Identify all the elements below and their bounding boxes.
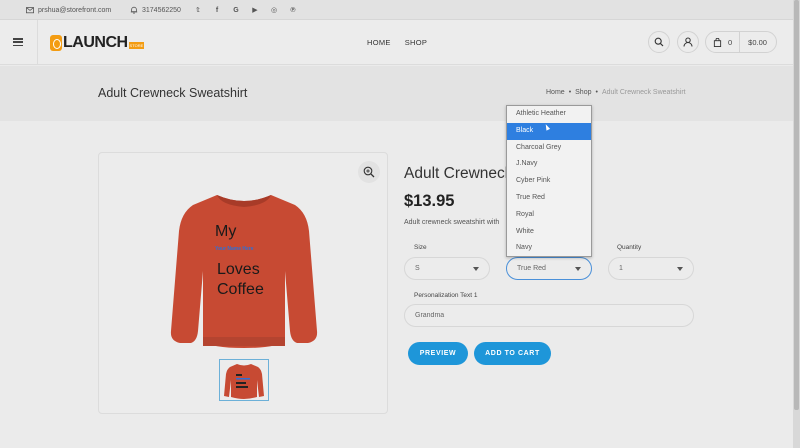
breadcrumb-separator: • bbox=[595, 89, 598, 96]
site-logo[interactable]: LAUNCH STORE bbox=[50, 33, 145, 53]
color-option[interactable]: J.Navy bbox=[507, 156, 591, 173]
zoom-button[interactable] bbox=[358, 161, 380, 183]
bell-icon bbox=[130, 6, 138, 14]
chevron-down-icon bbox=[473, 267, 479, 271]
logo-text: LAUNCH bbox=[63, 34, 128, 51]
color-option[interactable]: Athletic Heather bbox=[507, 106, 591, 123]
breadcrumb-current: Adult Crewneck Sweatshirt bbox=[601, 89, 686, 96]
add-to-cart-button[interactable]: ADD TO CART bbox=[474, 342, 551, 365]
page-title-band: Adult Crewneck Sweatshirt Home • Shop • … bbox=[0, 66, 800, 121]
shopping-bag-icon bbox=[713, 37, 722, 47]
site-header: LAUNCH STORE HOME SHOP 0 $0.00 bbox=[0, 20, 800, 65]
logo-mark-icon bbox=[50, 35, 62, 51]
thumbnail-image bbox=[224, 364, 264, 399]
logo-tag: STORE bbox=[128, 42, 145, 49]
product-price: $13.95 bbox=[404, 192, 455, 210]
breadcrumb-separator: • bbox=[568, 89, 572, 96]
breadcrumb-shop[interactable]: Shop bbox=[575, 89, 591, 96]
color-select[interactable]: True Red bbox=[506, 257, 592, 280]
shirt-text-loves: Loves bbox=[217, 261, 260, 278]
color-option[interactable]: White bbox=[507, 224, 591, 241]
cart-button[interactable]: 0 $0.00 bbox=[705, 31, 777, 53]
product-gallery: My Your Name Here Loves Coffee bbox=[98, 152, 388, 414]
color-value: True Red bbox=[517, 265, 546, 272]
size-select[interactable]: S bbox=[404, 257, 490, 280]
color-option[interactable]: Charcoal Grey bbox=[507, 140, 591, 157]
google-icon[interactable]: G bbox=[232, 6, 240, 14]
mail-icon bbox=[26, 7, 34, 14]
email-text: prshua@storefront.com bbox=[38, 6, 112, 14]
phone-contact[interactable]: 3174562250 bbox=[130, 0, 181, 20]
personalization-label: Personalization Text 1 bbox=[414, 292, 478, 299]
product-image[interactable]: My Your Name Here Loves Coffee bbox=[167, 191, 321, 349]
zoom-in-icon bbox=[363, 166, 375, 178]
search-button[interactable] bbox=[648, 31, 670, 53]
color-option[interactable]: Royal bbox=[507, 207, 591, 224]
quantity-label: Quantity bbox=[617, 244, 642, 251]
social-links: 𝕥 f G ▶ ◎ ℗ bbox=[194, 0, 297, 20]
search-icon bbox=[654, 37, 664, 47]
main-nav: HOME SHOP bbox=[367, 20, 427, 65]
chevron-down-icon bbox=[575, 267, 581, 271]
youtube-icon[interactable]: ▶ bbox=[251, 6, 259, 14]
breadcrumb-home[interactable]: Home bbox=[546, 89, 565, 96]
nav-home[interactable]: HOME bbox=[367, 38, 391, 47]
phone-text: 3174562250 bbox=[142, 6, 181, 14]
cart-count: 0 bbox=[728, 37, 733, 47]
cart-divider bbox=[739, 31, 741, 53]
personalization-input[interactable] bbox=[404, 304, 694, 327]
nav-shop[interactable]: SHOP bbox=[405, 38, 427, 47]
scrollbar-thumb[interactable] bbox=[794, 0, 799, 410]
header-divider bbox=[37, 20, 38, 65]
quantity-value: 1 bbox=[619, 265, 623, 272]
menu-icon[interactable] bbox=[13, 38, 23, 46]
shirt-text-name: Your Name Here bbox=[215, 246, 254, 252]
top-bar: prshua@storefront.com 3174562250 𝕥 f G ▶… bbox=[0, 0, 800, 20]
pinterest-icon[interactable]: ℗ bbox=[289, 6, 297, 14]
quantity-select[interactable]: 1 bbox=[608, 257, 694, 280]
shirt-text-my: My bbox=[215, 223, 237, 240]
color-option-highlighted[interactable]: Black bbox=[507, 122, 591, 140]
page-title: Adult Crewneck Sweatshirt bbox=[98, 86, 248, 100]
twitter-icon[interactable]: 𝕥 bbox=[194, 6, 202, 14]
shirt-text-coffee: Coffee bbox=[217, 281, 264, 298]
size-label: Size bbox=[414, 244, 427, 251]
size-value: S bbox=[415, 265, 420, 272]
cart-total: $0.00 bbox=[748, 37, 767, 47]
color-option[interactable]: Cyber Pink bbox=[507, 173, 591, 190]
instagram-icon[interactable]: ◎ bbox=[270, 6, 278, 14]
facebook-icon[interactable]: f bbox=[213, 6, 221, 14]
account-button[interactable] bbox=[677, 31, 699, 53]
color-option[interactable]: True Red bbox=[507, 190, 591, 207]
product-description: Adult crewneck sweatshirt with bbox=[404, 219, 500, 226]
user-icon bbox=[683, 37, 693, 47]
breadcrumb: Home • Shop • Adult Crewneck Sweatshirt bbox=[546, 89, 686, 96]
color-option[interactable]: Navy bbox=[507, 240, 591, 257]
chevron-down-icon bbox=[677, 267, 683, 271]
preview-button[interactable]: PREVIEW bbox=[408, 342, 468, 365]
product-thumbnail[interactable] bbox=[219, 359, 269, 401]
email-contact[interactable]: prshua@storefront.com bbox=[26, 0, 111, 20]
